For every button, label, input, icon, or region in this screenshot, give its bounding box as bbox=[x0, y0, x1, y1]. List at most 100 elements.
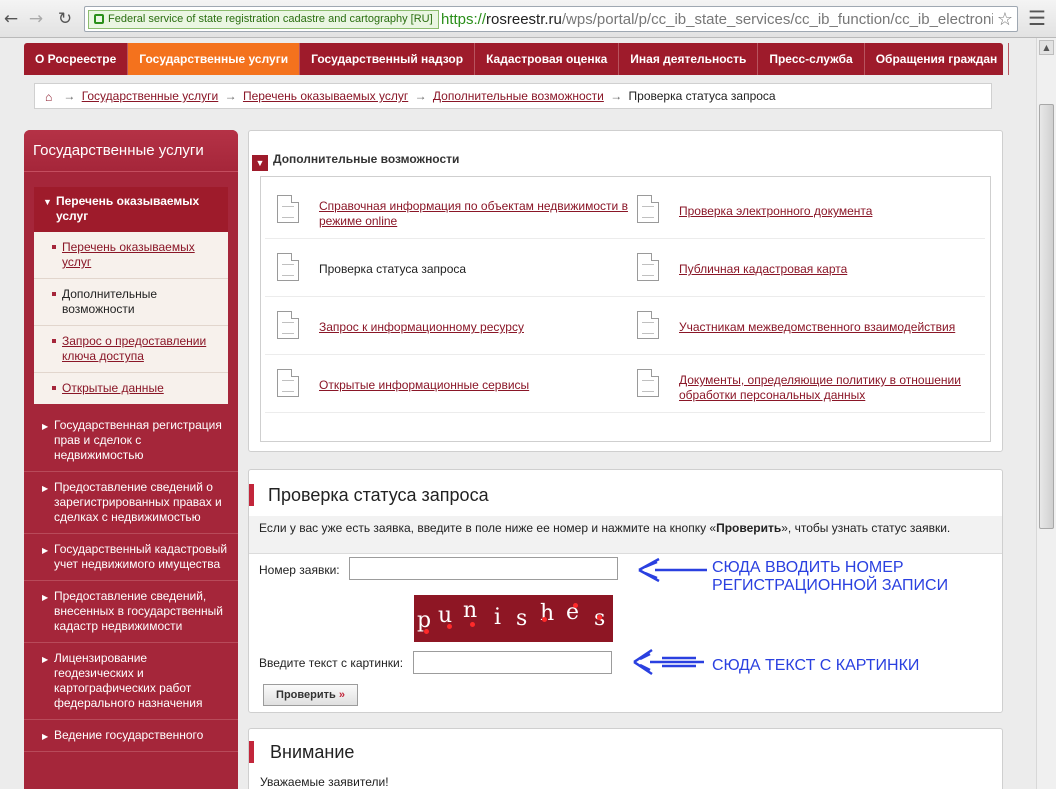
status-check-title: Проверка статуса запроса bbox=[249, 484, 489, 506]
url-host: rosreestr.ru bbox=[486, 11, 562, 28]
reload-icon[interactable]: ↻ bbox=[54, 8, 76, 30]
captcha-char: i bbox=[494, 605, 502, 630]
extras-link[interactable]: Проверка электронного документа bbox=[679, 204, 872, 218]
document-icon bbox=[277, 369, 299, 397]
captcha-noise bbox=[424, 629, 429, 634]
extras-link-item[interactable]: Открытые информационные сервисы bbox=[265, 355, 625, 413]
sidebar-link-label: Лицензирование геодезических и картограф… bbox=[54, 651, 203, 710]
collapse-toggle-icon[interactable]: ▼ bbox=[252, 155, 268, 171]
ssl-badge[interactable]: Federal service of state registration ca… bbox=[88, 10, 439, 29]
bullet-icon bbox=[52, 339, 56, 343]
extras-link-text: Проверка электронного документа bbox=[679, 204, 999, 219]
sidebar-link[interactable]: ▶ Государственная регистрация прав и сдел… bbox=[24, 410, 238, 472]
breadcrumb-link[interactable]: Перечень оказываемых услуг bbox=[243, 89, 408, 103]
browser-menu-icon[interactable]: ☰ bbox=[1028, 8, 1046, 28]
triangle-right-icon: ▶ bbox=[42, 422, 49, 431]
extras-link[interactable]: Открытые информационные сервисы bbox=[319, 378, 529, 392]
sidebar-subitem: Дополнительные возможности bbox=[34, 279, 228, 326]
extras-link-text: Открытые информационные сервисы bbox=[319, 378, 635, 393]
sidebar-link-label: Предоставление сведений, внесенных в гос… bbox=[54, 589, 224, 633]
sidebar-subitem[interactable]: Открытые данные bbox=[34, 373, 228, 404]
scroll-up-arrow-icon[interactable]: ▲ bbox=[1039, 40, 1054, 55]
extras-link-item: Проверка статуса запроса bbox=[265, 239, 625, 297]
nav-item[interactable]: Государственный надзор bbox=[300, 43, 476, 75]
status-check-description: Если у вас уже есть заявка, введите в по… bbox=[249, 516, 1002, 554]
home-icon[interactable]: ⌂ bbox=[45, 91, 57, 103]
nav-item[interactable]: Кадастровая оценка bbox=[475, 43, 620, 75]
extras-link[interactable]: Участникам межведомственного взаимодейст… bbox=[679, 320, 955, 334]
nav-item[interactable]: Обращения граждан bbox=[865, 43, 1010, 75]
sidebar-subitem-label[interactable]: Запрос о предоставлении ключа доступа bbox=[62, 334, 206, 363]
breadcrumb-link[interactable]: Государственные услуги bbox=[82, 89, 219, 103]
request-number-input[interactable] bbox=[349, 557, 618, 580]
extras-link[interactable]: Публичная кадастровая карта bbox=[679, 262, 847, 276]
extras-link-item[interactable]: Запрос к информационному ресурсу bbox=[265, 297, 625, 355]
request-number-label: Номер заявки: bbox=[259, 563, 340, 577]
page: О Росреестре Государственные услуги Госуда… bbox=[14, 38, 1020, 789]
sidebar-link[interactable]: ▶ Лицензирование геодезических и картогра… bbox=[24, 643, 238, 720]
sidebar-link[interactable]: ▶ Государственный кадастровый учет недвиж… bbox=[24, 534, 238, 581]
scroll-thumb[interactable] bbox=[1039, 104, 1054, 529]
extras-link-item[interactable]: Публичная кадастровая карта bbox=[625, 239, 985, 297]
extras-link[interactable]: Запрос к информационному ресурсу bbox=[319, 320, 524, 334]
nav-item[interactable]: Государственные услуги bbox=[128, 43, 301, 75]
captcha-noise bbox=[573, 603, 578, 608]
sidebar-link[interactable]: ▶ Предоставление сведений о зарегистриров… bbox=[24, 472, 238, 534]
document-icon bbox=[277, 311, 299, 339]
document-icon bbox=[637, 195, 659, 223]
bookmark-star-icon[interactable]: ☆ bbox=[997, 9, 1013, 30]
captcha-label: Введите текст с картинки: bbox=[259, 656, 404, 670]
extras-link-item[interactable]: Проверка электронного документа bbox=[625, 181, 985, 239]
extras-link[interactable]: Справочная информация по объектам недвиж… bbox=[319, 199, 628, 228]
extras-link-text: Проверка статуса запроса bbox=[319, 262, 635, 277]
desc-bold: Проверить bbox=[716, 521, 782, 535]
forward-icon[interactable]: → bbox=[25, 8, 47, 30]
sidebar-subitem[interactable]: Запрос о предоставлении ключа доступа bbox=[34, 326, 228, 373]
url-scheme: https:// bbox=[441, 11, 487, 28]
extras-link-item[interactable]: Справочная информация по объектам недвиж… bbox=[265, 181, 628, 239]
sidebar-link[interactable]: ▶ Ведение государственного bbox=[24, 720, 238, 752]
nav-item[interactable]: Пресс-служба bbox=[758, 43, 865, 75]
nav-item[interactable]: О Росреестре bbox=[24, 43, 129, 75]
sidebar-section-header[interactable]: ▼ Перечень оказываемых услуг bbox=[34, 187, 228, 232]
extras-link[interactable]: Документы, определяющие политику в отнош… bbox=[679, 373, 961, 402]
extras-title: Дополнительные возможности bbox=[273, 152, 460, 166]
vertical-scrollbar[interactable]: ▲ bbox=[1036, 38, 1056, 789]
extras-link-text: Участникам межведомственного взаимодейст… bbox=[679, 320, 999, 335]
document-icon bbox=[637, 253, 659, 281]
sidebar-subitem-label[interactable]: Открытые данные bbox=[62, 381, 164, 395]
sidebar-subitem[interactable]: Перечень оказываемых услуг bbox=[34, 232, 228, 279]
extras-link-text: Запрос к информационному ресурсу bbox=[319, 320, 635, 335]
address-bar[interactable]: Federal service of state registration ca… bbox=[84, 6, 1018, 32]
sidebar: Государственные услуги ▼ Перечень оказыв… bbox=[24, 130, 238, 789]
sidebar-subitem-label[interactable]: Перечень оказываемых услуг bbox=[62, 240, 195, 269]
sidebar-title: Государственные услуги bbox=[24, 130, 238, 172]
bullet-icon bbox=[52, 245, 56, 249]
double-arrow-icon: » bbox=[338, 689, 345, 701]
nav-item[interactable]: Иная деятельность bbox=[619, 43, 759, 75]
captcha-noise bbox=[597, 615, 602, 620]
captcha-char: h bbox=[540, 601, 555, 626]
extras-link-current: Проверка статуса запроса bbox=[319, 262, 467, 276]
triangle-right-icon: ▶ bbox=[42, 732, 49, 741]
sidebar-link-label: Ведение государственного bbox=[54, 728, 204, 742]
back-icon[interactable]: ← bbox=[0, 8, 22, 30]
captcha-char: n bbox=[463, 598, 478, 623]
breadcrumb-separator: → bbox=[610, 89, 623, 103]
check-button[interactable]: Проверить » bbox=[263, 684, 358, 706]
captcha-noise bbox=[470, 622, 475, 627]
sidebar-subsection: ▼ Перечень оказываемых услуг Перечень ок… bbox=[34, 187, 228, 404]
extras-link-grid: Справочная информация по объектам недвиж… bbox=[260, 176, 991, 442]
triangle-right-icon: ▶ bbox=[42, 655, 49, 664]
captcha-char: s bbox=[516, 606, 528, 631]
captcha-input[interactable] bbox=[413, 651, 612, 674]
extras-link-item[interactable]: Участникам межведомственного взаимодейст… bbox=[625, 297, 985, 355]
extras-link-item[interactable]: Документы, определяющие политику в отнош… bbox=[625, 355, 985, 413]
sidebar-link[interactable]: ▶ Предоставление сведений, внесенных в го… bbox=[24, 581, 238, 643]
sidebar-link-label: Государственный кадастровый учет недвижи… bbox=[54, 542, 228, 571]
triangle-down-icon: ▼ bbox=[43, 197, 52, 207]
desc-text: Если у вас уже есть заявка, введите в по… bbox=[259, 521, 717, 535]
url-text[interactable]: https://rosreestr.ru/wps/portal/p/cc_ib_… bbox=[441, 11, 993, 28]
extras-header[interactable]: ▼ Дополнительные возможности bbox=[252, 151, 459, 171]
breadcrumb-link[interactable]: Дополнительные возможности bbox=[433, 89, 604, 103]
